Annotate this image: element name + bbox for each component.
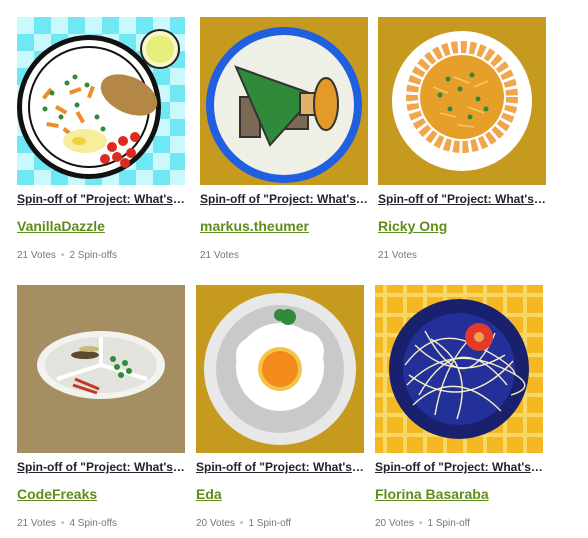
separator-dot: •	[60, 518, 65, 529]
author-link[interactable]: Ricky Ong	[378, 218, 447, 234]
program-card: Spin-off of "Project: What's f... Vanill…	[17, 17, 187, 261]
program-stats: 20 Votes • 1 Spin-off	[196, 518, 291, 529]
program-title-link[interactable]: Spin-off of "Project: What's f...	[378, 192, 548, 210]
spinoffs-count: 4 Spin-offs	[69, 518, 118, 529]
plate-food-image	[17, 17, 185, 185]
votes-count: 21 Votes	[17, 250, 56, 261]
spinoffs-count: 1 Spin-off	[427, 518, 471, 529]
program-title-link[interactable]: Spin-off of "Project: What's f...	[17, 460, 187, 478]
votes-count: 20 Votes	[375, 518, 414, 529]
separator-dot: •	[239, 518, 244, 529]
author-link[interactable]: CodeFreaks	[17, 486, 97, 502]
program-thumbnail[interactable]	[196, 285, 364, 453]
program-thumbnail[interactable]	[375, 285, 543, 453]
program-card: Spin-off of "Project: What's f... Ricky …	[378, 17, 548, 261]
program-card: Spin-off of "Project: What's f... CodeFr…	[17, 285, 187, 529]
spinoffs-count: 2 Spin-offs	[69, 250, 118, 261]
program-title-link[interactable]: Spin-off of "Project: What's f...	[200, 192, 370, 210]
votes-count: 21 Votes	[17, 518, 56, 529]
program-title-link[interactable]: Spin-off of "Project: What's f...	[375, 460, 545, 478]
program-thumbnail[interactable]	[17, 17, 185, 185]
votes-count: 20 Votes	[196, 518, 235, 529]
author-link[interactable]: markus.theumer	[200, 218, 309, 234]
spinoffs-count: 1 Spin-off	[248, 518, 292, 529]
program-stats: 21 Votes • 4 Spin-offs	[17, 518, 117, 529]
program-thumbnail[interactable]	[17, 285, 185, 453]
program-stats: 21 Votes	[200, 250, 239, 261]
program-stats: 21 Votes	[378, 250, 417, 261]
fried-egg-plate-image	[196, 285, 364, 453]
separator-dot: •	[418, 518, 423, 529]
program-title-link[interactable]: Spin-off of "Project: What's f...	[196, 460, 366, 478]
program-card: Spin-off of "Project: What's f... markus…	[200, 17, 370, 261]
author-link[interactable]: VanillaDazzle	[17, 218, 105, 234]
votes-count: 21 Votes	[200, 250, 239, 261]
author-link[interactable]: Florina Basaraba	[375, 486, 489, 502]
rice-plate-image	[378, 17, 546, 185]
program-thumbnail[interactable]	[200, 17, 368, 185]
votes-count: 21 Votes	[378, 250, 417, 261]
program-card: Spin-off of "Project: What's f... Florin…	[375, 285, 545, 529]
program-card: Spin-off of "Project: What's f... Eda 20…	[196, 285, 366, 529]
noodle-plate-image	[375, 285, 543, 453]
program-thumbnail[interactable]	[378, 17, 546, 185]
megaphone-plate-image	[200, 17, 368, 185]
program-stats: 20 Votes • 1 Spin-off	[375, 518, 470, 529]
separator-dot: •	[60, 250, 65, 261]
program-title-link[interactable]: Spin-off of "Project: What's f...	[17, 192, 187, 210]
divided-plate-image	[17, 285, 185, 453]
author-link[interactable]: Eda	[196, 486, 222, 502]
program-stats: 21 Votes • 2 Spin-offs	[17, 250, 117, 261]
